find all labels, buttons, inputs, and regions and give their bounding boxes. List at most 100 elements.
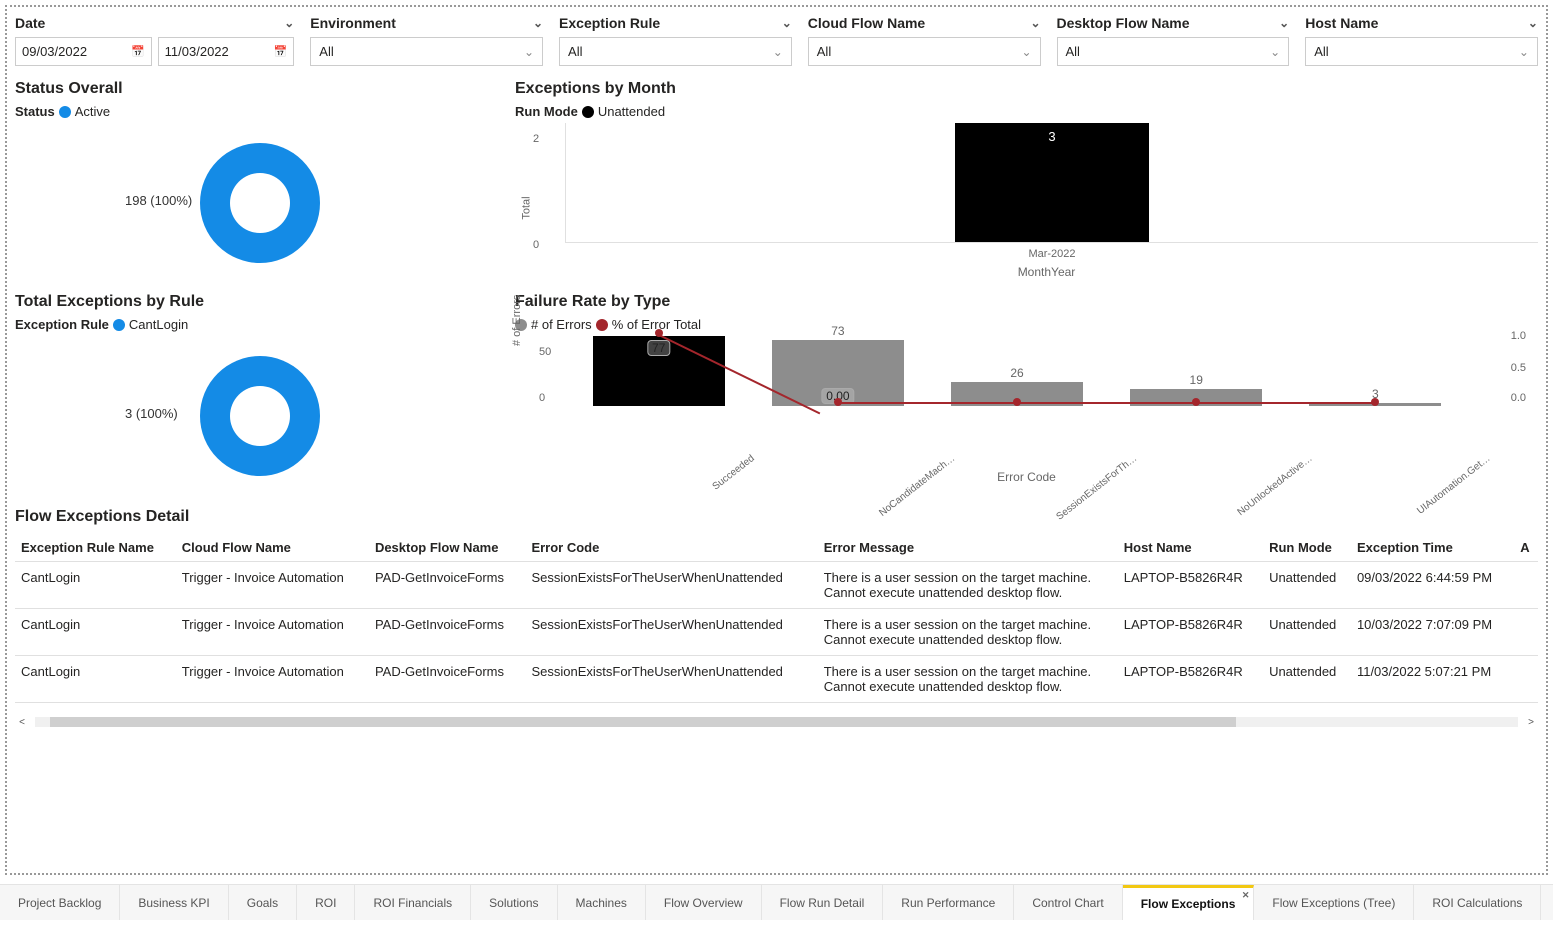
exceptions-by-rule-donut[interactable]: 3 (100%) [15,336,505,496]
environment-dropdown[interactable]: All⌄ [310,37,543,66]
line-segment [838,402,1376,404]
tab-label: Flow Exceptions (Tree) [1272,896,1395,910]
y-tick-right: 0.5 [1511,362,1526,374]
col-exception-rule[interactable]: Exception Rule Name [15,534,176,562]
cloud-flow-dropdown[interactable]: All⌄ [808,37,1041,66]
cell: SessionExistsForTheUserWhenUnattended [525,609,817,656]
failure-rate-title: Failure Rate by Type [515,293,1538,311]
cell: There is a user session on the target ma… [818,562,1118,609]
cell: Trigger - Invoice Automation [176,562,369,609]
bar-mar-2022[interactable]: 3 [955,123,1149,242]
filter-cloud-flow: Cloud Flow Name⌄ All⌄ [808,15,1041,66]
tab-roi[interactable]: ROI [297,885,355,920]
col-a[interactable]: A [1514,534,1538,562]
scroll-thumb[interactable] [50,717,1236,727]
y-tick-left: 0 [539,392,545,404]
cell: SessionExistsForTheUserWhenUnattended [525,656,817,703]
page-tabs: Project Backlog Business KPI Goals ROI R… [0,884,1553,920]
chevron-down-icon[interactable]: ⌄ [1279,16,1289,30]
table-row[interactable]: CantLogin Trigger - Invoice Automation P… [15,609,1538,656]
charts-row-1: Status Overall Status Active 198 (100%) … [15,80,1538,293]
col-error-code[interactable]: Error Code [525,534,817,562]
tab-label: Machines [576,896,627,910]
tab-goals[interactable]: Goals [229,885,297,920]
horizontal-scrollbar[interactable]: < > [15,715,1538,729]
chevron-down-icon: ⌄ [1021,45,1031,59]
line-point [1371,398,1379,406]
tab-flow-exceptions[interactable]: Flow Exceptions ✕ [1123,885,1255,920]
chevron-down-icon[interactable]: ⌄ [1528,16,1538,30]
tab-flow-run-detail[interactable]: Flow Run Detail [762,885,884,920]
col-cloud-flow[interactable]: Cloud Flow Name [176,534,369,562]
tab-project-backlog[interactable]: Project Backlog [0,885,120,920]
tab-machines[interactable]: Machines [558,885,646,920]
chevron-down-icon[interactable]: ⌄ [284,16,294,30]
y-tick-right: 1.0 [1511,330,1526,342]
legend-dot-icon [59,106,71,118]
table-row[interactable]: CantLogin Trigger - Invoice Automation P… [15,656,1538,703]
bar-value: 73 [831,324,844,338]
chevron-down-icon[interactable]: ⌄ [1030,16,1040,30]
flow-exceptions-detail-table[interactable]: Exception Rule Name Cloud Flow Name Desk… [15,534,1538,703]
tab-label: Project Backlog [18,896,101,910]
legend-label: Status [15,104,55,119]
tab-run-performance[interactable]: Run Performance [883,885,1014,920]
tab-business-kpi[interactable]: Business KPI [120,885,228,920]
chevron-down-icon[interactable]: ⌄ [533,16,543,30]
exception-rule-dropdown[interactable]: All⌄ [559,37,792,66]
tab-roi-financials[interactable]: ROI Financials [355,885,471,920]
dropdown-value: All [319,44,333,59]
tab-label: Flow Exceptions [1141,897,1236,911]
chevron-down-icon: ⌄ [1270,45,1280,59]
col-error-message[interactable]: Error Message [818,534,1118,562]
desktop-flow-dropdown[interactable]: All⌄ [1057,37,1290,66]
x-axis-label: MonthYear [555,265,1538,279]
bar-value: 19 [1190,373,1203,387]
bar-succeeded[interactable]: 77 [593,336,725,406]
cell: Trigger - Invoice Automation [176,609,369,656]
status-overall-donut[interactable]: 198 (100%) [15,123,505,283]
date-to-input[interactable]: 11/03/2022 📅 [158,37,295,66]
chevron-down-icon[interactable]: ⌄ [782,16,792,30]
close-icon[interactable]: ✕ [1242,890,1250,901]
col-desktop-flow[interactable]: Desktop Flow Name [369,534,526,562]
tab-label: Business KPI [138,896,209,910]
line-point [834,398,842,406]
status-overall-legend[interactable]: Status Active [15,104,505,119]
failure-rate-chart[interactable]: # of Errors 50 0 1.0 0.5 0.0 77 73 0.00 [515,336,1538,496]
scroll-left-icon[interactable]: < [15,715,29,729]
exceptions-by-rule-legend[interactable]: Exception Rule CantLogin [15,317,505,332]
tab-label: Run Performance [901,896,995,910]
host-name-dropdown[interactable]: All⌄ [1305,37,1538,66]
exceptions-by-month-chart[interactable]: Total 2 0 3 Mar-2022 MonthYear [515,123,1538,293]
col-exception-time[interactable]: Exception Time [1351,534,1514,562]
cell [1514,656,1538,703]
donut-data-label: 198 (100%) [125,193,192,208]
table-row[interactable]: CantLogin Trigger - Invoice Automation P… [15,562,1538,609]
col-run-mode[interactable]: Run Mode [1263,534,1351,562]
scroll-track[interactable] [35,717,1518,727]
tab-solutions[interactable]: Solutions [471,885,557,920]
exceptions-by-month-legend[interactable]: Run Mode Unattended [515,104,1538,119]
scroll-right-icon[interactable]: > [1524,715,1538,729]
exceptions-by-rule-title: Total Exceptions by Rule [15,293,505,311]
tab-control-chart[interactable]: Control Chart [1014,885,1122,920]
cell: SessionExistsForTheUserWhenUnattended [525,562,817,609]
filter-bar: Date ⌄ 09/03/2022 📅 11/03/2022 📅 Environ… [15,15,1538,66]
tab-flow-overview[interactable]: Flow Overview [646,885,762,920]
bar-no-candidate[interactable]: 73 0.00 [772,340,904,406]
tab-flow-exceptions-tree[interactable]: Flow Exceptions (Tree) [1254,885,1414,920]
charts-row-2: Total Exceptions by Rule Exception Rule … [15,293,1538,496]
failure-rate-legend[interactable]: # of Errors % of Error Total [515,317,1538,332]
cell: PAD-GetInvoiceForms [369,656,526,703]
calendar-icon: 📅 [131,45,145,58]
cell: 09/03/2022 6:44:59 PM [1351,562,1514,609]
chevron-down-icon: ⌄ [1519,45,1529,59]
cell [1514,609,1538,656]
cell: LAPTOP-B5826R4R [1118,562,1263,609]
tab-roi-calculations[interactable]: ROI Calculations [1414,885,1541,920]
date-from-input[interactable]: 09/03/2022 📅 [15,37,152,66]
status-overall-title: Status Overall [15,80,505,98]
cell: Unattended [1263,656,1351,703]
col-host-name[interactable]: Host Name [1118,534,1263,562]
